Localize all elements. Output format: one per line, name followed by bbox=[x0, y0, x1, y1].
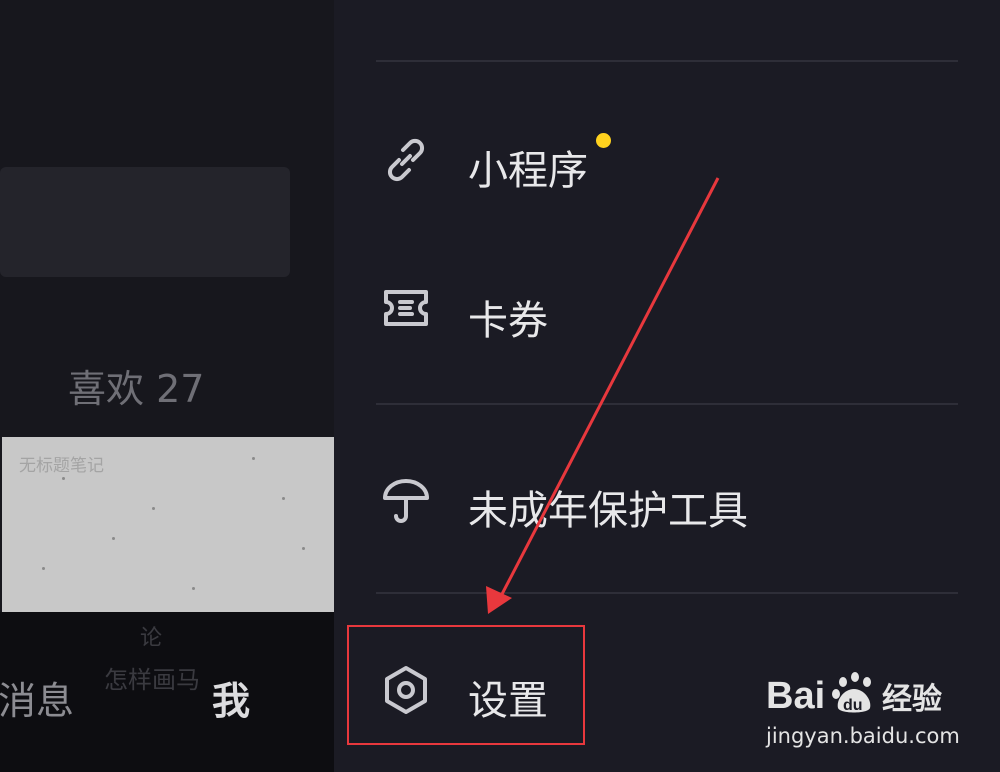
thumbnail-speck bbox=[302, 547, 305, 550]
note-thumbnail[interactable]: 无标题笔记 bbox=[2, 437, 334, 612]
watermark-url: jingyan.baidu.com bbox=[766, 724, 960, 748]
new-badge-dot bbox=[596, 133, 611, 148]
menu-divider bbox=[376, 60, 958, 62]
svg-text:du: du bbox=[843, 697, 863, 714]
thumbnail-speck bbox=[112, 537, 115, 540]
screen: 喜欢 27 无标题笔记 论 怎样画马 消息 我 小程序 卡券 未成年保护工具 设… bbox=[0, 0, 1000, 772]
menu-label-minor-protection: 未成年保护工具 bbox=[468, 488, 748, 534]
note-card[interactable] bbox=[0, 167, 290, 277]
thumbnail-speck bbox=[42, 567, 45, 570]
thumbnail-title: 无标题笔记 bbox=[19, 456, 104, 476]
menu-item-coupons[interactable]: 卡券 bbox=[376, 250, 958, 370]
menu-divider bbox=[376, 592, 958, 594]
thumbnail-caption-top: 论 bbox=[140, 626, 163, 651]
settings-highlight-box bbox=[347, 625, 585, 745]
thumbnail-speck bbox=[192, 587, 195, 590]
svg-text:经验: 经验 bbox=[882, 682, 942, 717]
profile-page-dimmed: 喜欢 27 无标题笔记 论 怎样画马 消息 我 bbox=[0, 0, 334, 772]
svg-text:Bai: Bai bbox=[766, 675, 825, 717]
link-icon bbox=[387, 138, 425, 182]
menu-label-coupons: 卡券 bbox=[468, 298, 548, 344]
thumbnail-caption: 怎样画马 bbox=[104, 666, 200, 694]
likes-tab[interactable]: 喜欢 27 bbox=[68, 358, 204, 413]
ticket-icon bbox=[384, 290, 428, 326]
nav-tab-messages[interactable]: 消息 bbox=[0, 670, 74, 725]
thumbnail-speck bbox=[62, 477, 65, 480]
thumbnail-speck bbox=[152, 507, 155, 510]
baidu-logo: Bai du 经验 bbox=[766, 672, 942, 717]
menu-divider bbox=[376, 403, 958, 405]
menu-item-minor-protection[interactable]: 未成年保护工具 bbox=[376, 440, 958, 560]
menu-label-mini-programs: 小程序 bbox=[468, 148, 588, 194]
nav-tab-me[interactable]: 我 bbox=[212, 670, 250, 725]
menu-item-mini-programs[interactable]: 小程序 bbox=[376, 100, 958, 220]
baidu-jingyan-watermark: Bai du 经验 jingyan.baidu.com bbox=[766, 664, 966, 754]
umbrella-icon bbox=[383, 479, 429, 523]
thumbnail-speck bbox=[252, 457, 255, 460]
thumbnail-speck bbox=[282, 497, 285, 500]
